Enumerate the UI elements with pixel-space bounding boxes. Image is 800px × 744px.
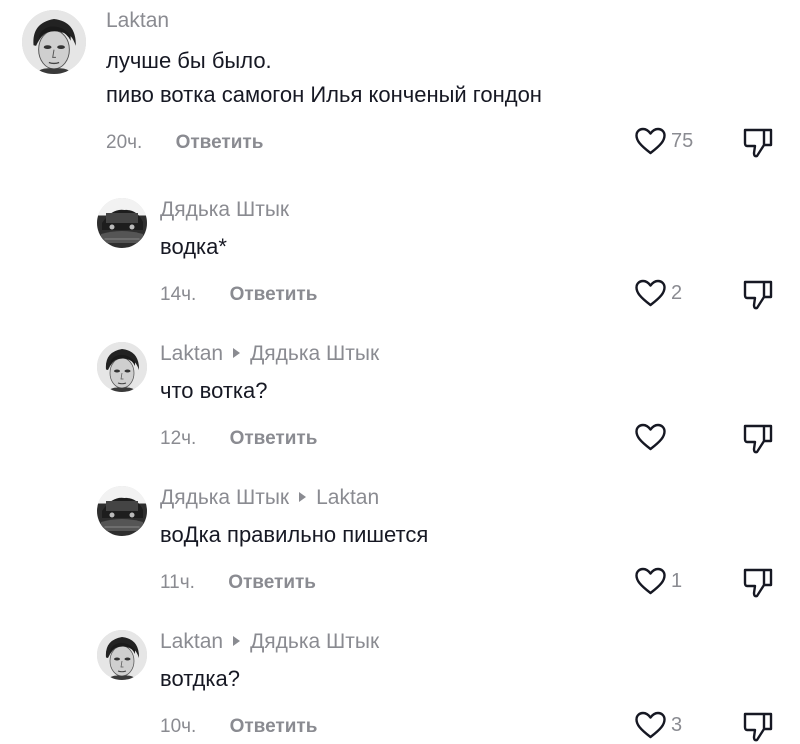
comment-time: 14ч.: [160, 284, 197, 305]
thumbs-down-icon: [742, 126, 774, 160]
comment-author[interactable]: Дядька Штык: [160, 199, 289, 220]
comment-meta: 20ч. Ответить: [106, 133, 263, 152]
avatar[interactable]: [97, 630, 147, 680]
author-name[interactable]: Дядька Штык: [160, 486, 289, 509]
comment-text: что вотка?: [160, 374, 268, 408]
reply-to-name[interactable]: Дядька Штык: [250, 630, 379, 653]
heart-icon: [634, 278, 667, 308]
reply-comment-item: Дядька Штык водка* 14ч. Ответить 2: [0, 190, 800, 320]
avatar[interactable]: [97, 198, 147, 248]
comment-line: водка*: [160, 234, 227, 259]
comment-text: воДка правильно пишется: [160, 518, 428, 552]
like-count: 2: [671, 282, 683, 304]
comment-time: 12ч.: [160, 428, 197, 449]
like-button[interactable]: [634, 422, 671, 452]
avatar[interactable]: [22, 10, 86, 74]
thumbs-down-icon: [742, 566, 774, 600]
comment-time: 11ч.: [160, 572, 195, 593]
comment-author: Дядька Штык Laktan: [160, 487, 379, 508]
reply-comment-item: Laktan Дядька Штык что вотка? 12ч. Ответи…: [0, 334, 800, 464]
like-button[interactable]: 1: [634, 566, 682, 596]
like-button[interactable]: 3: [634, 710, 682, 740]
comment-meta: 10ч. Ответить: [160, 717, 317, 736]
comment-line: что вотка?: [160, 378, 268, 403]
author-name[interactable]: Laktan: [160, 630, 223, 653]
triangle-right-icon: [233, 636, 241, 647]
heart-icon: [634, 710, 667, 740]
heart-icon: [634, 566, 667, 596]
comment-time: 20ч.: [106, 132, 143, 153]
comment-text: вотдка?: [160, 662, 240, 696]
comment-time: 10ч.: [160, 716, 197, 737]
dislike-button[interactable]: [742, 422, 774, 456]
comment-text: лучше бы было. пиво вотка самогон Илья к…: [106, 44, 542, 112]
comment-author: Laktan Дядька Штык: [160, 343, 379, 364]
comment-text: водка*: [160, 230, 227, 264]
thumbs-down-icon: [742, 278, 774, 312]
reply-to-name[interactable]: Laktan: [316, 486, 379, 509]
comment-meta: 12ч. Ответить: [160, 429, 317, 448]
comment-author[interactable]: Laktan: [106, 10, 169, 31]
comment-line: воДка правильно пишется: [160, 522, 429, 547]
comment-line: лучше бы было.: [106, 48, 272, 73]
comment-line: вотдка?: [160, 666, 240, 691]
like-count: 75: [671, 130, 694, 152]
dislike-button[interactable]: [742, 126, 774, 160]
reply-comment-item: Дядька Штык Laktan воДка правильно пишетс…: [0, 478, 800, 608]
reply-comment-item: Laktan Дядька Штык вотдка? 10ч. Ответить …: [0, 622, 800, 742]
comment-line: пиво вотка самогон Илья конченый гондон: [106, 82, 542, 107]
comment-meta: 11ч. Ответить: [160, 573, 316, 592]
triangle-right-icon: [299, 492, 307, 503]
like-count: 3: [671, 714, 683, 736]
reply-to-name[interactable]: Дядька Штык: [250, 342, 379, 365]
reply-button[interactable]: Ответить: [230, 428, 318, 449]
comment-item: Laktan лучше бы было. пиво вотка самогон…: [0, 0, 800, 175]
avatar[interactable]: [97, 486, 147, 536]
comment-meta: 14ч. Ответить: [160, 285, 317, 304]
dislike-button[interactable]: [742, 710, 774, 744]
reply-button[interactable]: Ответить: [176, 132, 264, 153]
heart-icon: [634, 126, 667, 156]
thumbs-down-icon: [742, 710, 774, 744]
dislike-button[interactable]: [742, 566, 774, 600]
author-name[interactable]: Дядька Штык: [160, 198, 289, 221]
like-button[interactable]: 75: [634, 126, 693, 156]
avatar[interactable]: [97, 342, 147, 392]
thumbs-down-icon: [742, 422, 774, 456]
like-count: 1: [671, 570, 683, 592]
dislike-button[interactable]: [742, 278, 774, 312]
like-button[interactable]: 2: [634, 278, 682, 308]
author-name[interactable]: Laktan: [106, 9, 169, 32]
reply-button[interactable]: Ответить: [230, 284, 318, 305]
reply-button[interactable]: Ответить: [228, 572, 316, 593]
reply-button[interactable]: Ответить: [230, 716, 318, 737]
comment-author: Laktan Дядька Штык: [160, 631, 379, 652]
author-name[interactable]: Laktan: [160, 342, 223, 365]
triangle-right-icon: [233, 348, 241, 359]
heart-icon: [634, 422, 667, 452]
